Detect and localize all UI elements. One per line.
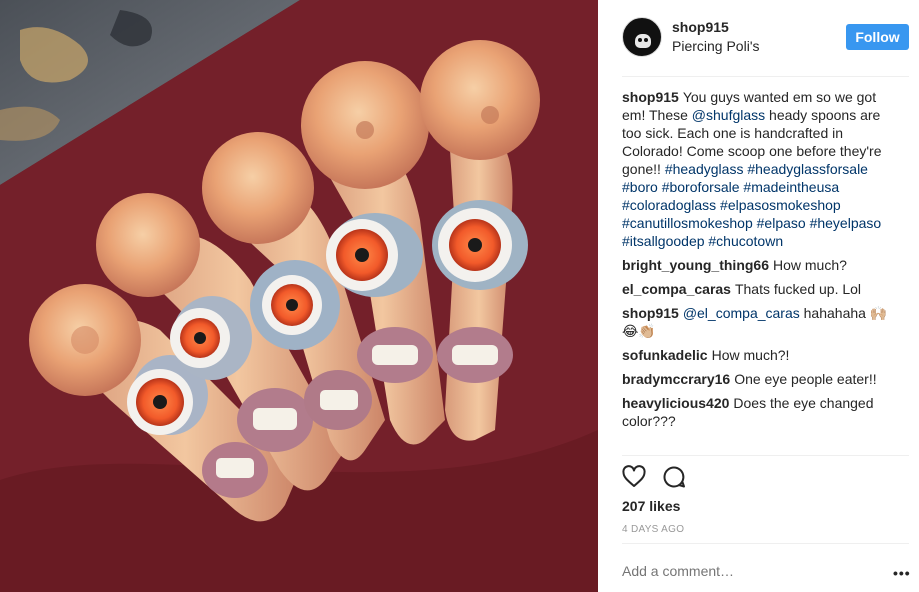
location-link[interactable]: Piercing Poli's	[672, 38, 760, 54]
comment-divider	[622, 543, 909, 544]
actions-divider	[622, 455, 909, 456]
post-header: shop915 Piercing Poli's Follow	[598, 0, 919, 76]
comment-item: sofunkadelic How much?!	[622, 346, 897, 364]
post-sidebar: shop915 Piercing Poli's Follow shop915 Yo…	[598, 0, 919, 592]
hashtags[interactable]: #headyglass #headyglassforsale #boro #bo…	[622, 161, 881, 249]
comments-list: shop915 You guys wanted em so we got em! …	[622, 88, 897, 436]
comment-item: heavylicious420 Does the eye changed colo…	[622, 394, 897, 430]
mention-link[interactable]: @shufglass	[692, 107, 765, 123]
post-photo[interactable]	[0, 0, 598, 592]
username-link[interactable]: shop915	[672, 19, 729, 35]
caption: shop915 You guys wanted em so we got em! …	[622, 88, 897, 250]
comment-icon[interactable]	[662, 465, 686, 489]
comment-text: How much?!	[711, 347, 790, 363]
comment-text: One eye people eater!!	[734, 371, 877, 387]
comment-text: Thats fucked up. Lol	[734, 281, 862, 297]
header-divider	[622, 76, 909, 77]
comment-author[interactable]: sofunkadelic	[622, 347, 708, 363]
more-options-icon[interactable]: •••	[893, 566, 911, 580]
avatar[interactable]	[622, 17, 662, 57]
comment-author[interactable]: bradymccrary16	[622, 371, 730, 387]
skull-icon	[635, 34, 651, 48]
comment-text: How much?	[773, 257, 847, 273]
comment-author[interactable]: el_compa_caras	[622, 281, 731, 297]
post-timestamp[interactable]: 4 DAYS AGO	[622, 524, 684, 535]
likes-count[interactable]: 207 likes	[622, 498, 680, 514]
follow-button[interactable]: Follow	[846, 24, 909, 50]
comment-item: shop915 @el_compa_caras hahahaha 🙌🏼 😂👏🏼	[622, 304, 897, 340]
glass-pipes-photo	[0, 0, 598, 592]
comment-item: bright_young_thing66 How much?	[622, 256, 897, 274]
heart-icon[interactable]	[622, 465, 646, 489]
comment-author[interactable]: shop915	[622, 305, 679, 321]
comment-author[interactable]: heavylicious420	[622, 395, 729, 411]
add-comment-input[interactable]	[622, 563, 872, 579]
comment-author[interactable]: bright_young_thing66	[622, 257, 769, 273]
mention-link[interactable]: @el_compa_caras	[683, 305, 800, 321]
comment-item: bradymccrary16 One eye people eater!!	[622, 370, 897, 388]
comment-item: el_compa_caras Thats fucked up. Lol	[622, 280, 897, 298]
comment-author[interactable]: shop915	[622, 89, 679, 105]
